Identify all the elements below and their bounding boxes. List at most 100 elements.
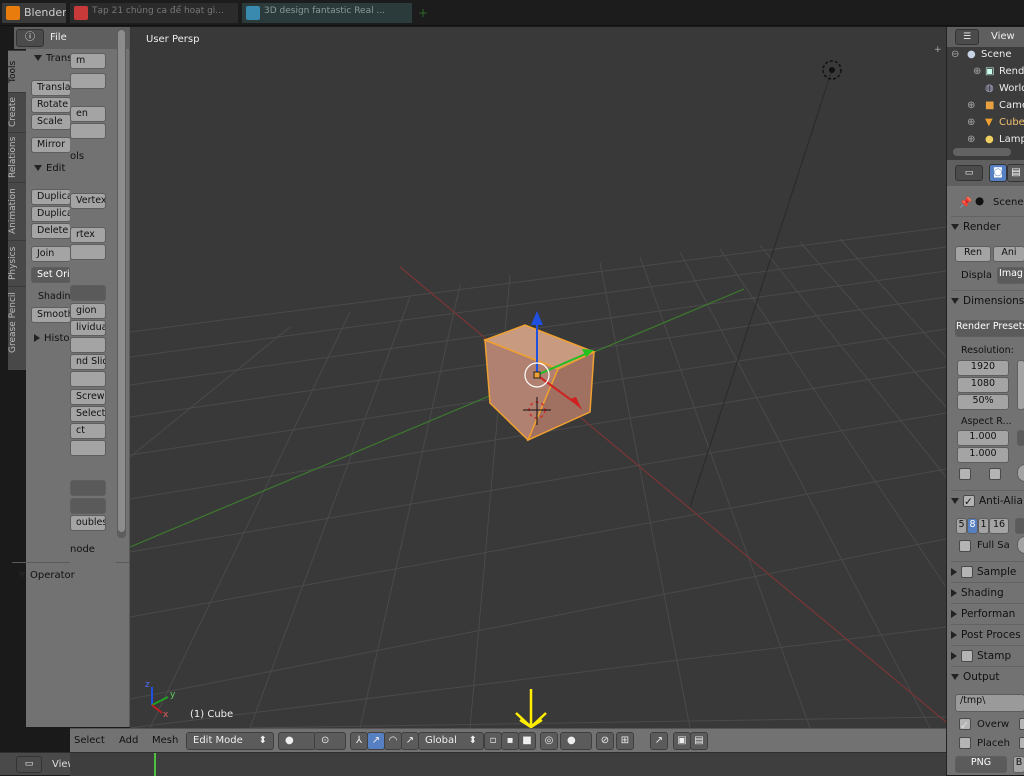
anti-aliasing-checkbox[interactable]: ✓ (963, 495, 975, 508)
scale-button[interactable]: Scale (31, 114, 71, 130)
history-panel-header[interactable]: Histo (34, 333, 70, 344)
current-frame-marker[interactable] (154, 753, 156, 776)
tab-create[interactable]: Create (8, 92, 26, 132)
plus-icon[interactable]: + (934, 45, 944, 55)
tab-physics[interactable]: Physics (8, 240, 26, 286)
tab-animation[interactable]: Animation (8, 182, 26, 240)
new-tab-icon[interactable]: + (418, 6, 432, 20)
transform-panel-header[interactable]: Trans (34, 53, 72, 64)
vertex-select-icon[interactable]: ▫ (484, 732, 502, 750)
file-extensions-checkbox[interactable] (1019, 718, 1024, 730)
window-tab-browser-1[interactable]: Tạp 21 chủng ca để hoạt gì... (70, 3, 238, 23)
aa-filter-dropdown[interactable] (1015, 518, 1024, 534)
anti-aliasing-panel-header[interactable]: ✓ Anti-Alia (951, 490, 1024, 510)
outliner-item-lamp[interactable]: ⊕ ● Lamp (947, 134, 1024, 144)
edge-select-icon[interactable]: ▪ (501, 732, 519, 750)
render-image-icon[interactable]: ▣ (673, 732, 691, 750)
output-panel-header[interactable]: Output (951, 666, 1024, 686)
outliner-item-render[interactable]: ⊕ ▣ Rende (947, 66, 1024, 83)
stamp-panel-header[interactable]: Stamp (951, 645, 1024, 665)
smooth-button[interactable]: Smooth (31, 307, 71, 323)
3d-viewport[interactable]: z y x User Persp (1) Cube + (130, 27, 946, 728)
limit-selection-icon[interactable]: ◎ (540, 732, 558, 750)
frame-rate-dropdown[interactable] (1017, 430, 1024, 446)
operator-panel-header[interactable]: Operator (18, 570, 75, 581)
cache-result-checkbox[interactable] (1019, 737, 1024, 749)
full-sample-checkbox[interactable] (959, 540, 971, 552)
proportional-edit-selector[interactable]: ● (560, 732, 592, 750)
aa-samples-5[interactable]: 5 (956, 518, 967, 534)
editor-type-icon[interactable]: ▭ (955, 165, 983, 181)
frame-range-column[interactable] (1017, 360, 1024, 410)
timeline-track[interactable] (70, 753, 946, 776)
outliner-item-scene[interactable]: ⊖ ● Scene (947, 49, 1024, 66)
placeholders-checkbox[interactable] (959, 737, 971, 749)
tool-shelf-scrollbar[interactable] (117, 28, 126, 538)
crop-checkbox[interactable] (989, 468, 1001, 480)
scale-manipulator-icon[interactable]: ↗ (401, 732, 419, 750)
resolution-percentage-field[interactable]: 50% (957, 394, 1009, 410)
face-select-icon[interactable]: ■ (518, 732, 536, 750)
aspect-y-field[interactable]: 1.000 (957, 447, 1009, 463)
join-button[interactable]: Join (31, 246, 71, 262)
outliner-item-camera[interactable]: ⊕ ■ Came (947, 100, 1024, 117)
rotate-button[interactable]: Rotate (31, 97, 71, 113)
tab-relations[interactable]: Relations (8, 132, 26, 182)
aspect-x-field[interactable]: 1.000 (957, 430, 1009, 446)
aa-samples-8[interactable]: 8 (967, 518, 978, 534)
dimensions-panel-header[interactable]: Dimensions (951, 290, 1024, 310)
duplicate-linked-button[interactable]: Duplica (31, 206, 71, 222)
render-button[interactable]: Ren (955, 246, 991, 262)
filter-size-field[interactable] (1017, 536, 1024, 554)
orientation-selector[interactable]: Global ⬍ (418, 732, 484, 750)
outliner-item-world[interactable]: ◍ World (947, 83, 1024, 100)
opengl-render-icon[interactable]: ↗ (650, 732, 668, 750)
render-anim-icon[interactable]: ▤ (690, 732, 708, 750)
render-tab-icon[interactable]: ◙ (989, 164, 1007, 182)
rotate-manipulator-icon[interactable]: ◠ (384, 732, 402, 750)
edit-panel-header[interactable]: Edit (34, 163, 65, 174)
pivot-selector[interactable]: ⊙ (314, 732, 346, 750)
editor-type-icon[interactable]: ☰ (955, 29, 979, 45)
aa-samples-16[interactable]: 16 (989, 518, 1009, 534)
render-presets-dropdown[interactable]: Render Presets (955, 320, 1024, 337)
post-processing-panel-header[interactable]: Post Proces (951, 624, 1024, 644)
animation-button[interactable]: Ani (993, 246, 1024, 262)
editor-type-icon[interactable]: ▭ (16, 756, 42, 773)
time-remap-field[interactable] (1017, 464, 1024, 482)
snap-icon[interactable]: ⊘ (596, 732, 614, 750)
collapse-icon[interactable]: ⊖ (951, 49, 959, 60)
mesh-menu[interactable]: Mesh (152, 735, 178, 746)
expand-icon[interactable]: ⊕ (967, 117, 975, 128)
snap-element-icon[interactable]: ⊞ (616, 732, 634, 750)
tab-tools[interactable]: Tools (8, 50, 26, 92)
render-panel-header[interactable]: Render (951, 216, 1024, 236)
duplicate-button[interactable]: Duplica (31, 189, 71, 205)
overwrite-checkbox[interactable]: ✓ (959, 718, 971, 732)
sampled-motion-blur-panel-header[interactable]: Sample (951, 561, 1024, 581)
delete-button[interactable]: Delete (31, 223, 71, 239)
pin-icon[interactable]: 📌 (959, 196, 972, 209)
tab-grease-pencil[interactable]: Grease Pencil (8, 286, 26, 358)
translate-button[interactable]: Transla (31, 80, 71, 96)
layers-tab-icon[interactable]: ▤ (1007, 164, 1024, 182)
outliner-item-cube[interactable]: ⊕ ▼ Cube (947, 117, 1024, 134)
mode-selector[interactable]: Edit Mode ⬍ (186, 732, 274, 750)
window-tab-browser-2[interactable]: 3D design fantastic Real ... (242, 3, 412, 23)
file-format-dropdown[interactable]: PNG (955, 756, 1007, 773)
performance-panel-header[interactable]: Performan (951, 603, 1024, 623)
set-origin-button[interactable]: Set Ori (31, 267, 71, 283)
expand-icon[interactable]: ⊕ (967, 100, 975, 111)
window-tab-blender[interactable]: Blender (2, 3, 66, 23)
stamp-checkbox[interactable] (961, 650, 973, 662)
shading-panel-header[interactable]: Shading (951, 582, 1024, 602)
color-mode-bw-button[interactable]: B (1013, 756, 1024, 773)
border-checkbox[interactable] (959, 468, 971, 480)
manipulator-icon[interactable]: ⅄ (350, 732, 368, 750)
resolution-x-field[interactable]: 1920 (957, 360, 1009, 376)
add-menu[interactable]: Add (119, 735, 138, 746)
view-menu[interactable]: View (991, 31, 1015, 42)
expand-icon[interactable]: ⊕ (967, 134, 975, 144)
expand-icon[interactable]: ⊕ (973, 66, 981, 77)
resolution-y-field[interactable]: 1080 (957, 377, 1009, 393)
